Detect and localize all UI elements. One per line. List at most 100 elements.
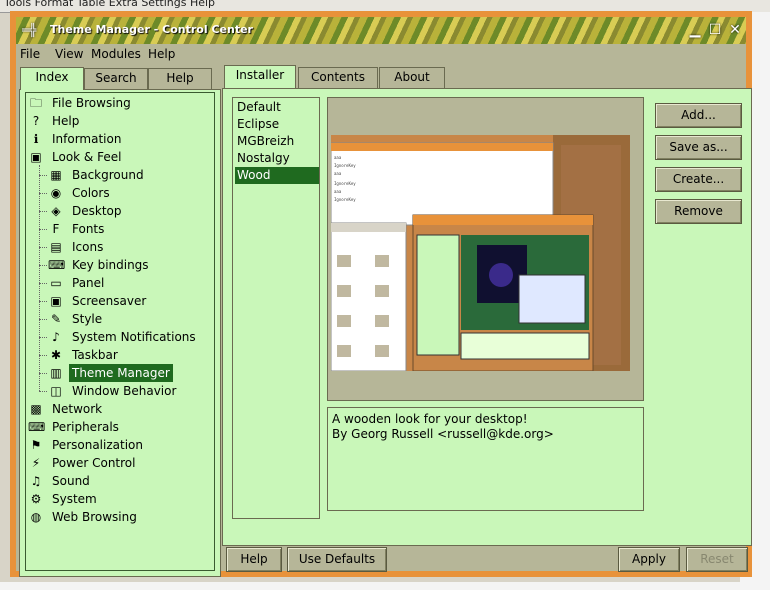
tree-item-label: Web Browsing: [52, 510, 137, 524]
desktop-icon: ◈: [51, 204, 61, 218]
tab-installer[interactable]: Installer: [224, 65, 296, 88]
tree-connector: [39, 229, 47, 230]
tree-item-label: Screensaver: [72, 294, 147, 308]
help-button[interactable]: Help: [226, 547, 282, 572]
tree-item-label: Style: [72, 312, 103, 326]
tab-search[interactable]: Search: [84, 68, 148, 89]
menu-modules[interactable]: Modules: [91, 47, 141, 61]
tree-connector: [39, 391, 47, 392]
tab-about[interactable]: About: [379, 67, 445, 88]
background-desktop-bottom: [0, 582, 770, 590]
window-menu-icon[interactable]: ═╬: [22, 23, 44, 37]
maximize-icon[interactable]: ☐: [706, 21, 724, 39]
close-icon[interactable]: ✕: [726, 21, 744, 39]
tree-connector: [39, 337, 47, 338]
theme-item[interactable]: Wood: [235, 167, 319, 184]
title-bar[interactable]: ═╬ Theme Manager - Control Center ▁ ☐ ✕: [16, 17, 746, 44]
description-line-1: A wooden look for your desktop!: [332, 412, 528, 426]
svg-text:aaa: aaa: [334, 155, 342, 160]
tree-connector: [39, 211, 47, 212]
theme-list[interactable]: Default Eclipse MGBreizh Nostalgy Wood: [232, 97, 320, 519]
tree-item-label: Background: [72, 168, 144, 182]
screensaver-icon: ▣: [50, 294, 62, 308]
tab-help[interactable]: Help: [148, 68, 212, 89]
tree-item-label: File Browsing: [52, 96, 131, 110]
apply-button[interactable]: Apply: [618, 547, 680, 572]
icons-icon: ▤: [50, 240, 62, 254]
theme-preview: aaa IgnoreKey aaa IgnoreKey aaa IgnoreKey: [327, 97, 644, 401]
control-center-window: ═╬ Theme Manager - Control Center ▁ ☐ ✕ …: [10, 11, 752, 577]
tree-branch-line: [39, 165, 40, 391]
use-defaults-button[interactable]: Use Defaults: [287, 547, 387, 572]
style-icon: ✎: [50, 312, 62, 326]
panel-icon: ▭: [50, 276, 62, 290]
svg-text:IgnoreKey: IgnoreKey: [334, 181, 356, 186]
svg-text:IgnoreKey: IgnoreKey: [334, 197, 356, 202]
add-button[interactable]: Add...: [655, 103, 742, 128]
tab-index[interactable]: Index: [20, 67, 84, 90]
tree-connector: [39, 301, 47, 302]
theme-manager-icon: ▥: [50, 366, 62, 380]
reset-button: Reset: [686, 547, 748, 572]
remove-button[interactable]: Remove: [655, 199, 742, 224]
info-icon: ℹ: [33, 132, 39, 146]
colors-icon: ◉: [50, 186, 62, 200]
theme-item[interactable]: MGBreizh: [235, 133, 296, 150]
theme-item[interactable]: Default: [235, 99, 283, 116]
tree-item-label: Network: [52, 402, 103, 416]
tree-connector: [39, 193, 47, 194]
preview-illustration: aaa IgnoreKey aaa IgnoreKey aaa IgnoreKey: [331, 135, 630, 371]
tree-item-label: Desktop: [72, 204, 122, 218]
save-as-button[interactable]: Save as...: [655, 135, 742, 160]
power-icon: ⚡: [31, 456, 41, 470]
globe-icon: ◍: [30, 510, 42, 524]
tree-connector: [39, 373, 47, 374]
tree-connector: [39, 265, 47, 266]
create-button[interactable]: Create...: [655, 167, 742, 192]
tree-item-label: Colors: [72, 186, 110, 200]
menu-help[interactable]: Help: [148, 47, 175, 61]
module-tree[interactable]: 🗀 File Browsing? Help ℹ Information ▣ Look & F…: [25, 92, 215, 571]
tree-connector: [39, 355, 47, 356]
minimize-icon[interactable]: ▁: [686, 21, 704, 39]
tree-connector: [39, 175, 47, 176]
tree-item-label: Power Control: [52, 456, 136, 470]
tree-item-label: System: [52, 492, 97, 506]
svg-text:aaa: aaa: [334, 189, 342, 194]
tab-contents[interactable]: Contents: [298, 67, 378, 88]
background-icon: ▦: [50, 168, 62, 182]
tree-connector: [39, 247, 47, 248]
tree-connector: [39, 319, 47, 320]
svg-text:IgnoreKey: IgnoreKey: [334, 163, 356, 168]
tree-item-label: Fonts: [72, 222, 105, 236]
key-bindings-icon: ⌨: [48, 258, 66, 272]
tree-item-label: Panel: [72, 276, 105, 290]
tree-connector: [39, 283, 47, 284]
tree-item-label: Help: [52, 114, 80, 128]
look-feel-icon: ▣: [30, 150, 42, 164]
system-icon: ⚙: [30, 492, 42, 506]
theme-item[interactable]: Nostalgy: [235, 150, 292, 167]
tree-item-label: Sound: [52, 474, 90, 488]
svg-text:aaa: aaa: [334, 171, 342, 176]
sound-icon: ♫: [30, 474, 42, 488]
network-icon: ▩: [30, 402, 42, 416]
peripherals-icon: ⌨: [28, 420, 46, 434]
tree-item-label: Taskbar: [72, 348, 118, 362]
background-menu-text: Tools Format Table Extra Settings Help: [4, 0, 216, 9]
theme-description: A wooden look for your desktop! By Georg…: [327, 407, 644, 511]
folder-icon: 🗀: [29, 96, 42, 110]
window-title: Theme Manager - Control Center: [50, 23, 253, 36]
taskbar-icon: ✱: [50, 348, 62, 362]
menu-view[interactable]: View: [55, 47, 83, 61]
personalization-icon: ⚑: [30, 438, 42, 452]
menu-file[interactable]: File: [20, 47, 40, 61]
window-behavior-icon: ◫: [50, 384, 62, 398]
preview-screenshot: aaa IgnoreKey aaa IgnoreKey aaa IgnoreKey: [331, 135, 630, 371]
window-controls: ▁ ☐ ✕: [686, 21, 744, 39]
tree-item-label: Theme Manager: [69, 364, 173, 382]
description-line-2: By Georg Russell <russell@kde.org>: [332, 427, 554, 441]
notifications-icon: ♪: [52, 330, 60, 344]
theme-item[interactable]: Eclipse: [235, 116, 281, 133]
help-icon: ?: [32, 114, 40, 128]
